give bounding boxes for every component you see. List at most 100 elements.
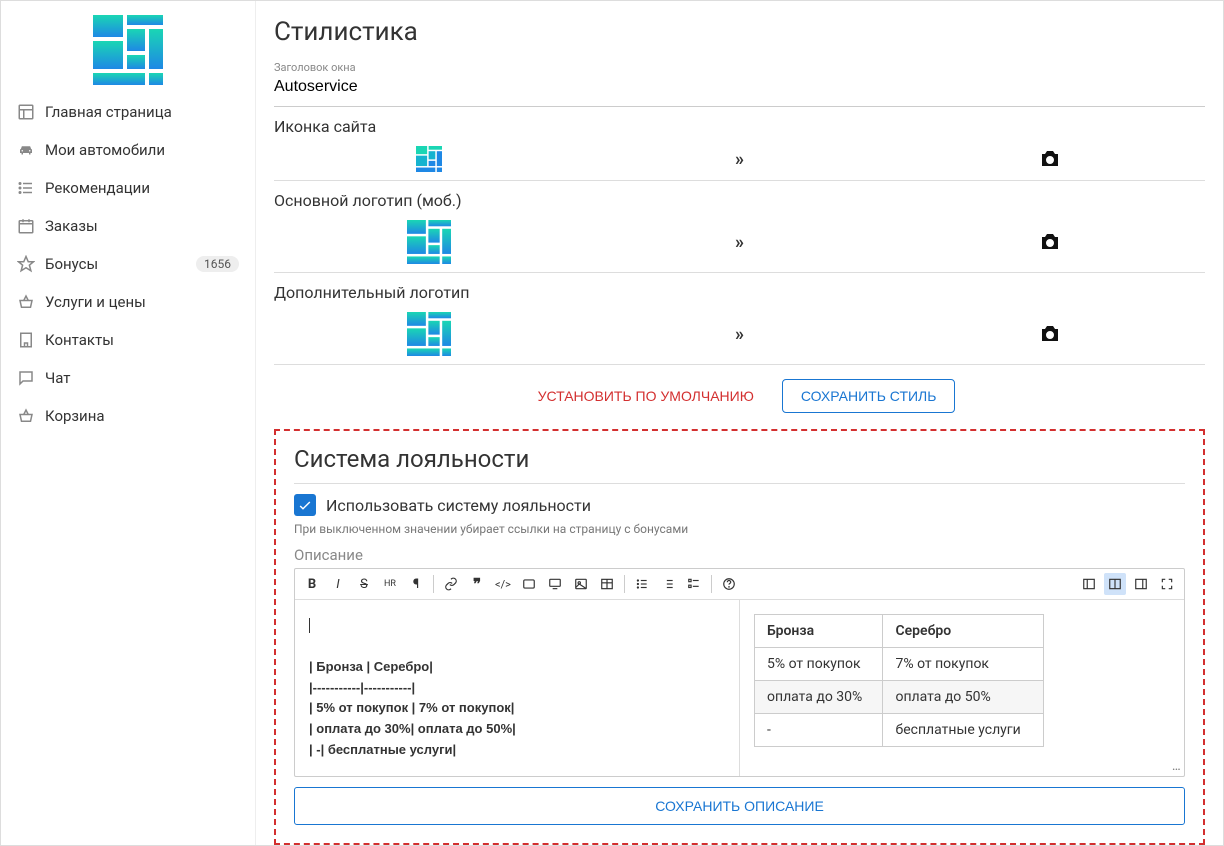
md-line: |-----------|-----------| <box>309 679 725 698</box>
window-title-label: Заголовок окна <box>274 61 1205 74</box>
sidebar-item-label: Бонусы <box>45 255 98 273</box>
sidebar-item-chat[interactable]: Чат <box>1 359 255 397</box>
view-split-button[interactable] <box>1104 573 1126 595</box>
favicon-label: Иконка сайта <box>274 117 1205 136</box>
sidebar-item-cart[interactable]: Корзина <box>1 397 255 435</box>
extra-logo-label: Дополнительный логотип <box>274 283 1205 302</box>
table-cell: 5% от покупок <box>755 648 883 681</box>
logo-mobile-label: Основной логотип (моб.) <box>274 191 1205 210</box>
preview-button[interactable] <box>544 573 566 595</box>
table-header: Бронза <box>755 615 883 648</box>
sidebar-item-label: Услуги и цены <box>45 293 146 311</box>
favicon-upload[interactable] <box>895 147 1205 171</box>
favicon-preview <box>274 146 584 172</box>
bold-button[interactable]: B <box>301 573 323 595</box>
md-line: | -| бесплатные услуги| <box>309 741 725 760</box>
loyalty-preview-table: Бронза Серебро 5% от покупок 7% от покуп… <box>754 614 1044 747</box>
sidebar-item-orders[interactable]: Заказы <box>1 207 255 245</box>
loyalty-checkbox[interactable] <box>294 494 316 516</box>
camera-icon <box>1038 147 1062 171</box>
table-button[interactable] <box>596 573 618 595</box>
basket-icon <box>17 293 35 311</box>
markdown-source-pane[interactable]: | Бронза | Серебро| |-----------|-------… <box>295 600 740 776</box>
paragraph-button[interactable]: ¶ <box>405 573 427 595</box>
loyalty-hint: При выключенном значении убирает ссылки … <box>294 522 1185 536</box>
code-button[interactable] <box>518 573 540 595</box>
strike-button[interactable]: S <box>353 573 375 595</box>
sidebar-item-recommendations[interactable]: Рекомендации <box>1 169 255 207</box>
markdown-preview-pane: Бронза Серебро 5% от покупок 7% от покуп… <box>740 600 1184 776</box>
codeblock-button[interactable]: </> <box>492 573 514 595</box>
reset-style-button[interactable]: УСТАНОВИТЬ ПО УМОЛЧАНИЮ <box>524 379 768 413</box>
car-icon <box>17 141 35 159</box>
table-cell: оплата до 30% <box>755 681 883 714</box>
md-line: | Бронза | Серебро| <box>309 658 725 677</box>
extra-logo-preview <box>274 312 584 356</box>
favicon-icon <box>416 146 442 172</box>
camera-icon <box>1038 322 1062 346</box>
arrow-icon: » <box>584 324 894 345</box>
sidebar-item-contacts[interactable]: Контакты <box>1 321 255 359</box>
window-title-field: Заголовок окна <box>274 57 1205 107</box>
sidebar-logo <box>1 1 255 93</box>
quote-button[interactable]: ❞ <box>466 573 488 595</box>
window-title-input[interactable] <box>274 74 1205 100</box>
checklist-button[interactable] <box>683 573 705 595</box>
extra-logo-upload[interactable] <box>895 322 1205 346</box>
sidebar-item-label: Чат <box>45 369 71 387</box>
md-line: | оплата до 30%| оплата до 50%| <box>309 720 725 739</box>
hr-button[interactable]: HR <box>379 573 401 595</box>
styling-title: Стилистика <box>274 17 1205 47</box>
sidebar-item-bonuses[interactable]: Бонусы 1656 <box>1 245 255 283</box>
resize-handle[interactable]: ... <box>1172 758 1180 774</box>
sidebar-item-label: Мои автомобили <box>45 141 165 159</box>
view-left-button[interactable] <box>1078 573 1100 595</box>
italic-button[interactable]: I <box>327 573 349 595</box>
image-button[interactable] <box>570 573 592 595</box>
check-icon <box>297 497 313 513</box>
extra-logo-row: » <box>274 306 1205 365</box>
md-line: | 5% от покупок | 7% от покупок| <box>309 699 725 718</box>
logo-mobile-upload[interactable] <box>895 230 1205 254</box>
link-button[interactable] <box>440 573 462 595</box>
code-icon <box>522 577 536 591</box>
logo-mobile-preview <box>274 220 584 264</box>
ul-button[interactable] <box>631 573 653 595</box>
view-right-button[interactable] <box>1130 573 1152 595</box>
table-header: Серебро <box>883 615 1044 648</box>
divider <box>294 483 1185 484</box>
save-style-button[interactable]: СОХРАНИТЬ СТИЛЬ <box>782 379 956 413</box>
styling-buttons: УСТАНОВИТЬ ПО УМОЛЧАНИЮ СОХРАНИТЬ СТИЛЬ <box>274 365 1205 423</box>
cart-icon <box>17 407 35 425</box>
logo-mobile-icon <box>407 220 451 264</box>
markdown-editor: B I S HR ¶ ❞ </> <box>294 568 1185 777</box>
panes-split-icon <box>1108 577 1122 591</box>
sidebar-item-home[interactable]: Главная страница <box>1 93 255 131</box>
sidebar-item-label: Рекомендации <box>45 179 150 197</box>
sidebar-item-label: Главная страница <box>45 103 172 121</box>
link-icon <box>444 577 458 591</box>
help-icon <box>722 577 736 591</box>
list-icon <box>17 179 35 197</box>
image-icon <box>574 577 588 591</box>
sidebar-item-label: Заказы <box>45 217 98 235</box>
camera-icon <box>1038 230 1062 254</box>
main-content: Стилистика Заголовок окна Иконка сайта »… <box>256 1 1223 845</box>
loyalty-checkbox-row[interactable]: Использовать систему лояльности <box>294 494 1185 516</box>
table-cell: 7% от покупок <box>883 648 1044 681</box>
help-button[interactable] <box>718 573 740 595</box>
sidebar-item-cars[interactable]: Мои автомобили <box>1 131 255 169</box>
panes-right-icon <box>1134 577 1148 591</box>
ol-button[interactable] <box>657 573 679 595</box>
arrow-icon: » <box>584 232 894 253</box>
save-description-button[interactable]: СОХРАНИТЬ ОПИСАНИЕ <box>294 787 1185 825</box>
fullscreen-button[interactable] <box>1156 573 1178 595</box>
sidebar: Главная страница Мои автомобили Рекоменд… <box>1 1 256 845</box>
ol-icon <box>661 577 675 591</box>
logo-mobile-row: » <box>274 214 1205 273</box>
sidebar-item-services[interactable]: Услуги и цены <box>1 283 255 321</box>
favicon-row: » <box>274 140 1205 181</box>
editor-toolbar: B I S HR ¶ ❞ </> <box>295 569 1184 600</box>
loyalty-section: Система лояльности Использовать систему … <box>274 429 1205 845</box>
building-icon <box>17 331 35 349</box>
